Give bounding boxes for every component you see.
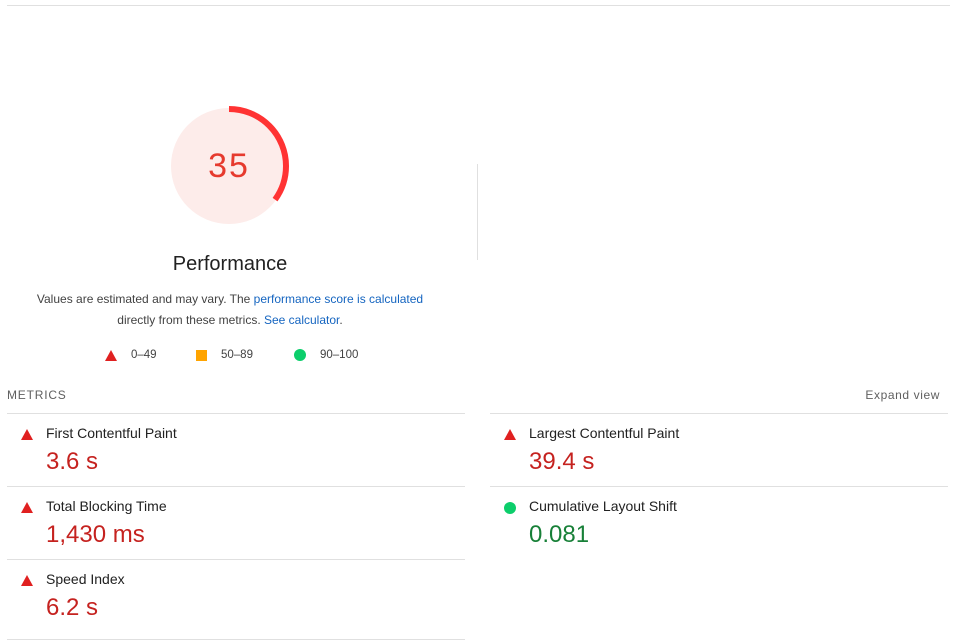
metrics-section-title: METRICS [7, 388, 67, 402]
performance-score-link[interactable]: performance score is calculated [254, 292, 423, 306]
metric-divider [490, 413, 948, 414]
red-triangle-icon [504, 429, 516, 440]
score-description: Values are estimated and may vary. The p… [25, 289, 435, 331]
legend-item-average: 50–89 [196, 349, 253, 361]
metric-divider [7, 413, 465, 414]
top-divider [7, 5, 950, 6]
red-triangle-icon [105, 349, 117, 361]
red-triangle-icon [21, 502, 33, 513]
metric-largest-contentful-paint: Largest Contentful Paint 39.4 s [490, 413, 948, 486]
legend-label: 90–100 [320, 349, 359, 361]
gauge-score: 35 [208, 146, 250, 185]
expand-view-toggle[interactable]: Expand view [865, 388, 940, 402]
vertical-divider [477, 164, 478, 260]
metric-value: 1,430 ms [46, 521, 145, 548]
metric-divider [7, 559, 465, 560]
metric-first-contentful-paint: First Contentful Paint 3.6 s [7, 413, 465, 486]
legend-label: 0–49 [131, 349, 157, 361]
description-middle: directly from these metrics. [117, 313, 264, 327]
metric-cumulative-layout-shift: Cumulative Layout Shift 0.081 [490, 486, 948, 559]
metric-label: Cumulative Layout Shift [529, 498, 677, 514]
metric-divider [7, 486, 465, 487]
metric-label: First Contentful Paint [46, 425, 177, 441]
metric-speed-index: Speed Index 6.2 s [7, 559, 465, 632]
metric-label: Total Blocking Time [46, 498, 167, 514]
legend-item-fail: 0–49 [105, 349, 157, 361]
description-prefix: Values are estimated and may vary. The [36, 292, 254, 306]
red-triangle-icon [21, 429, 33, 440]
description-suffix: . [339, 313, 343, 327]
performance-gauge[interactable]: 35 [167, 104, 291, 228]
metric-label: Largest Contentful Paint [529, 425, 680, 441]
red-triangle-icon [21, 575, 33, 586]
bottom-divider [7, 639, 465, 640]
green-circle-icon [504, 502, 516, 514]
green-circle-icon [294, 349, 306, 361]
see-calculator-link[interactable]: See calculator [264, 313, 339, 327]
legend-item-pass: 90–100 [294, 349, 358, 361]
metric-label: Speed Index [46, 571, 125, 587]
metric-value: 39.4 s [529, 448, 595, 475]
metric-value: 0.081 [529, 521, 590, 548]
legend-label: 50–89 [221, 349, 253, 361]
metric-value: 3.6 s [46, 448, 99, 475]
metric-total-blocking-time: Total Blocking Time 1,430 ms [7, 486, 465, 559]
metric-value: 6.2 s [46, 594, 99, 621]
orange-square-icon [196, 349, 207, 361]
metric-divider [490, 486, 948, 487]
gauge-title: Performance [172, 253, 288, 275]
